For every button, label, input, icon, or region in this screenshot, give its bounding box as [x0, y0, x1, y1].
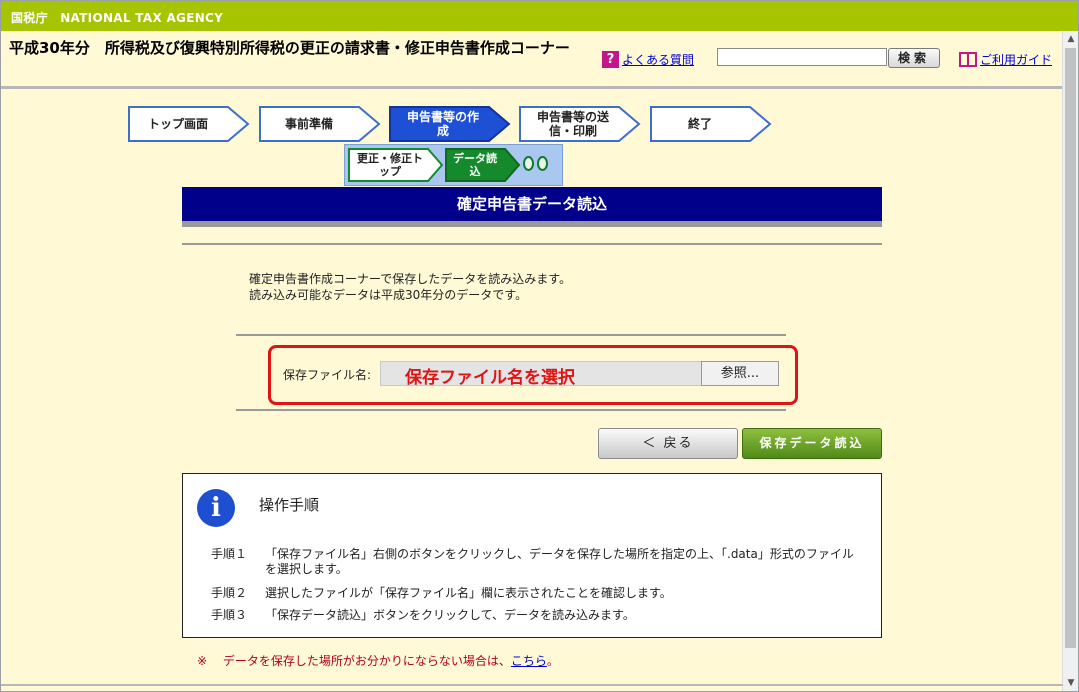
book-icon	[959, 52, 977, 67]
substep-data-read: データ読込	[445, 148, 521, 182]
step-text: 「保存データ読込」ボタンをクリックして、データを読み込みます。	[265, 608, 635, 622]
divider	[236, 409, 786, 411]
header: 平成30年分 所得税及び復興特別所得税の更正の請求書・修正申告書作成コーナー ?…	[1, 31, 1063, 89]
step-prep: 事前準備	[259, 106, 381, 142]
here-link[interactable]: こちら	[511, 654, 547, 668]
remaining-substeps	[523, 156, 548, 171]
divider	[236, 334, 786, 336]
intro-text: 確定申告書作成コーナーで保存したデータを読み込みます。 読み込み可能なデータは平…	[249, 271, 571, 303]
divider	[182, 243, 882, 245]
substep-correction-top: 更正・修正トップ	[348, 148, 444, 182]
note-mark: ※	[197, 654, 208, 668]
step-label: 申告書等の送信・印刷	[536, 110, 609, 138]
guide-link[interactable]: ご利用ガイド	[959, 51, 1052, 68]
step-label: 終了	[687, 117, 712, 131]
circle-icon	[537, 156, 548, 171]
step-number: 手順１	[211, 547, 248, 561]
guide-link-label[interactable]: ご利用ガイド	[980, 51, 1052, 68]
substep-label: 更正・修正トップ	[357, 151, 423, 178]
help-note: ※ データを保存した場所がお分かりにならない場合は、こちら。	[197, 652, 559, 669]
corner-title: 平成30年分 所得税及び復興特別所得税の更正の請求書・修正申告書作成コーナー	[9, 39, 570, 57]
step-create: 申告書等の作成	[389, 106, 511, 142]
instruction-step: 手順２ 選択したファイルが「保存ファイル名」欄に表示されたことを確認します。	[211, 586, 865, 601]
scroll-thumb[interactable]	[1065, 48, 1076, 648]
back-button[interactable]: ＜ 戻る	[598, 428, 738, 459]
instructions-box: i 操作手順 手順１ 「保存ファイル名」右側のボタンをクリックし、データを保存した…	[182, 473, 882, 638]
info-icon: i	[197, 489, 235, 527]
step-text: 選択したファイルが「保存ファイル名」欄に表示されたことを確認します。	[265, 586, 672, 600]
note-text: データを保存した場所がお分かりにならない場合は、	[222, 654, 511, 668]
agency-name: 国税庁 NATIONAL TAX AGENCY	[11, 11, 224, 25]
page-title: 確定申告書データ読込	[182, 187, 882, 221]
intro-line-1: 確定申告書作成コーナーで保存したデータを読み込みます。	[249, 272, 572, 286]
question-icon: ?	[602, 51, 619, 68]
faq-link-label[interactable]: よくある質問	[622, 51, 694, 68]
browser-frame: 国税庁 NATIONAL TAX AGENCY 平成30年分 所得税及び復興特別…	[0, 0, 1079, 692]
step-label: 申告書等の作成	[406, 110, 479, 138]
instruction-step: 手順３ 「保存データ読込」ボタンをクリックして、データを読み込みます。	[211, 608, 865, 623]
step-number: 手順２	[211, 586, 248, 600]
footer-rule	[1, 684, 1063, 686]
scroll-up-arrow-icon[interactable]: ▲	[1063, 31, 1078, 47]
title-underline	[182, 221, 882, 227]
search-button[interactable]: 検索	[888, 48, 940, 68]
save-data-read-button[interactable]: 保存データ読込	[742, 428, 882, 459]
instructions-title: 操作手順	[259, 496, 320, 514]
step-text: 「保存ファイル名」右側のボタンをクリックし、データを保存した場所を指定の上、「.…	[265, 547, 854, 576]
step-label: トップ画面	[147, 117, 208, 131]
faq-link[interactable]: ? よくある質問	[602, 51, 694, 68]
instruction-step: 手順１ 「保存ファイル名」右側のボタンをクリックし、データを保存した場所を指定の上…	[211, 547, 865, 577]
step-send-print: 申告書等の送信・印刷	[519, 106, 641, 142]
substep-label: データ読込	[453, 151, 497, 178]
annotation-text: 保存ファイル名を選択	[405, 368, 575, 388]
agency-bar: 国税庁 NATIONAL TAX AGENCY	[1, 1, 1078, 31]
step-number: 手順３	[211, 608, 248, 622]
note-end: 。	[546, 654, 559, 668]
scroll-down-arrow-icon[interactable]: ▼	[1063, 675, 1078, 691]
step-label: 事前準備	[284, 117, 333, 131]
search-input[interactable]	[717, 48, 887, 66]
intro-line-2: 読み込み可能なデータは平成30年分のデータです。	[249, 288, 528, 302]
scrollbar[interactable]: ▲ ▼	[1062, 31, 1078, 691]
step-end: 終了	[650, 106, 772, 142]
step-top: トップ画面	[128, 106, 250, 142]
circle-icon	[523, 156, 534, 171]
